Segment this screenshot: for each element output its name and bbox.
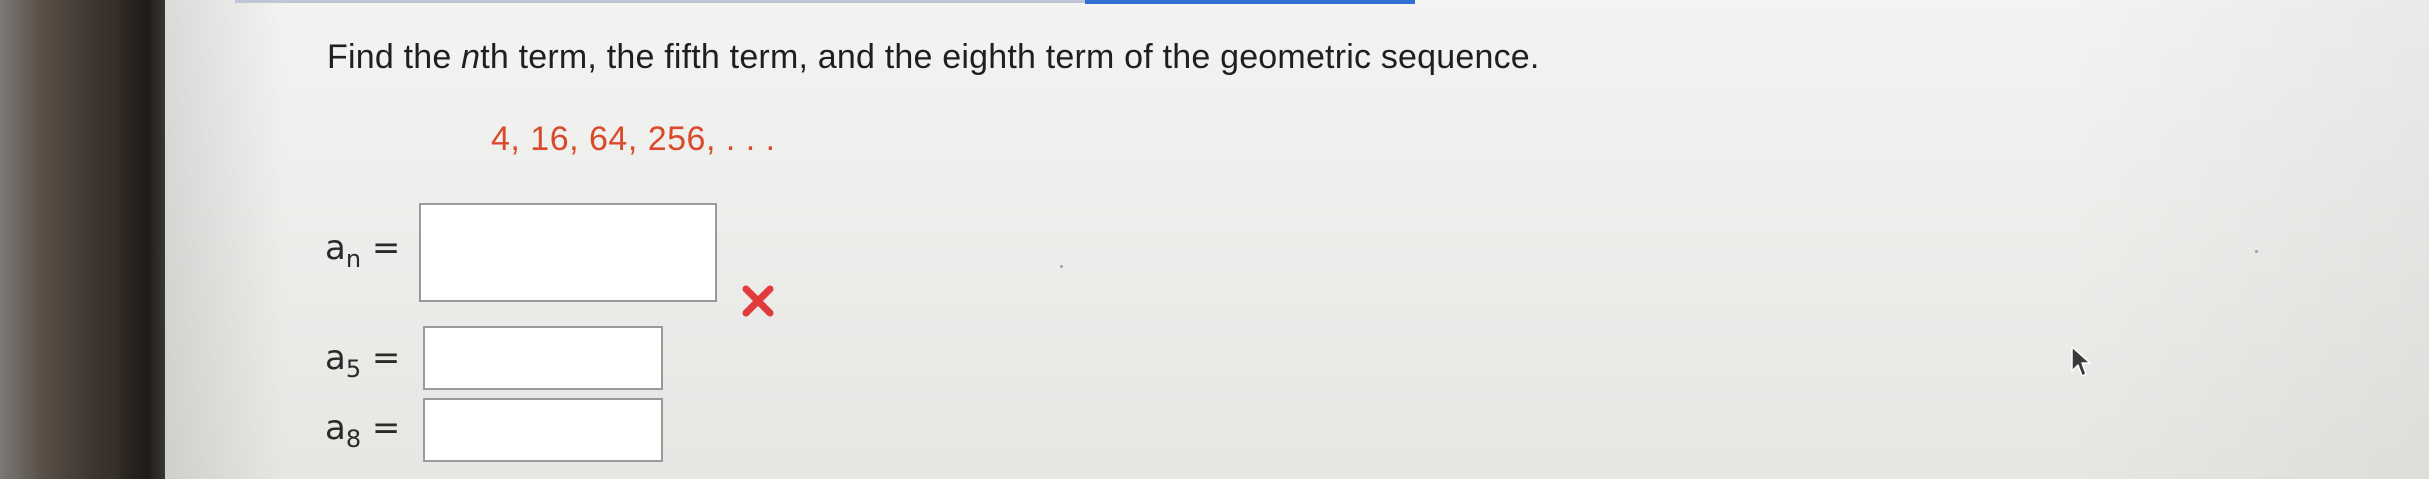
geometric-sequence: 4, 16, 64, 256, . . . [491, 120, 776, 158]
an-label: an = [325, 228, 401, 273]
mouse-cursor-icon [2071, 346, 2091, 377]
question-suffix: th term, the fifth term, and the eighth … [480, 38, 1540, 76]
question-prompt: Find the nth term, the fifth term, and t… [327, 38, 1540, 77]
a8-label: a8 = [325, 408, 401, 453]
question-variable: n [461, 38, 481, 76]
screen: Find the nth term, the fifth term, and t… [165, 0, 2429, 479]
a5-label: a5 = [325, 338, 401, 383]
top-accent-bar [1085, 0, 1415, 4]
a8-answer-input[interactable] [423, 398, 663, 462]
cross-icon [742, 285, 774, 317]
question-prefix: Find the [327, 38, 462, 76]
device-bezel-edge [120, 0, 165, 479]
a5-answer-input[interactable] [423, 326, 663, 390]
an-answer-input[interactable] [419, 203, 717, 302]
